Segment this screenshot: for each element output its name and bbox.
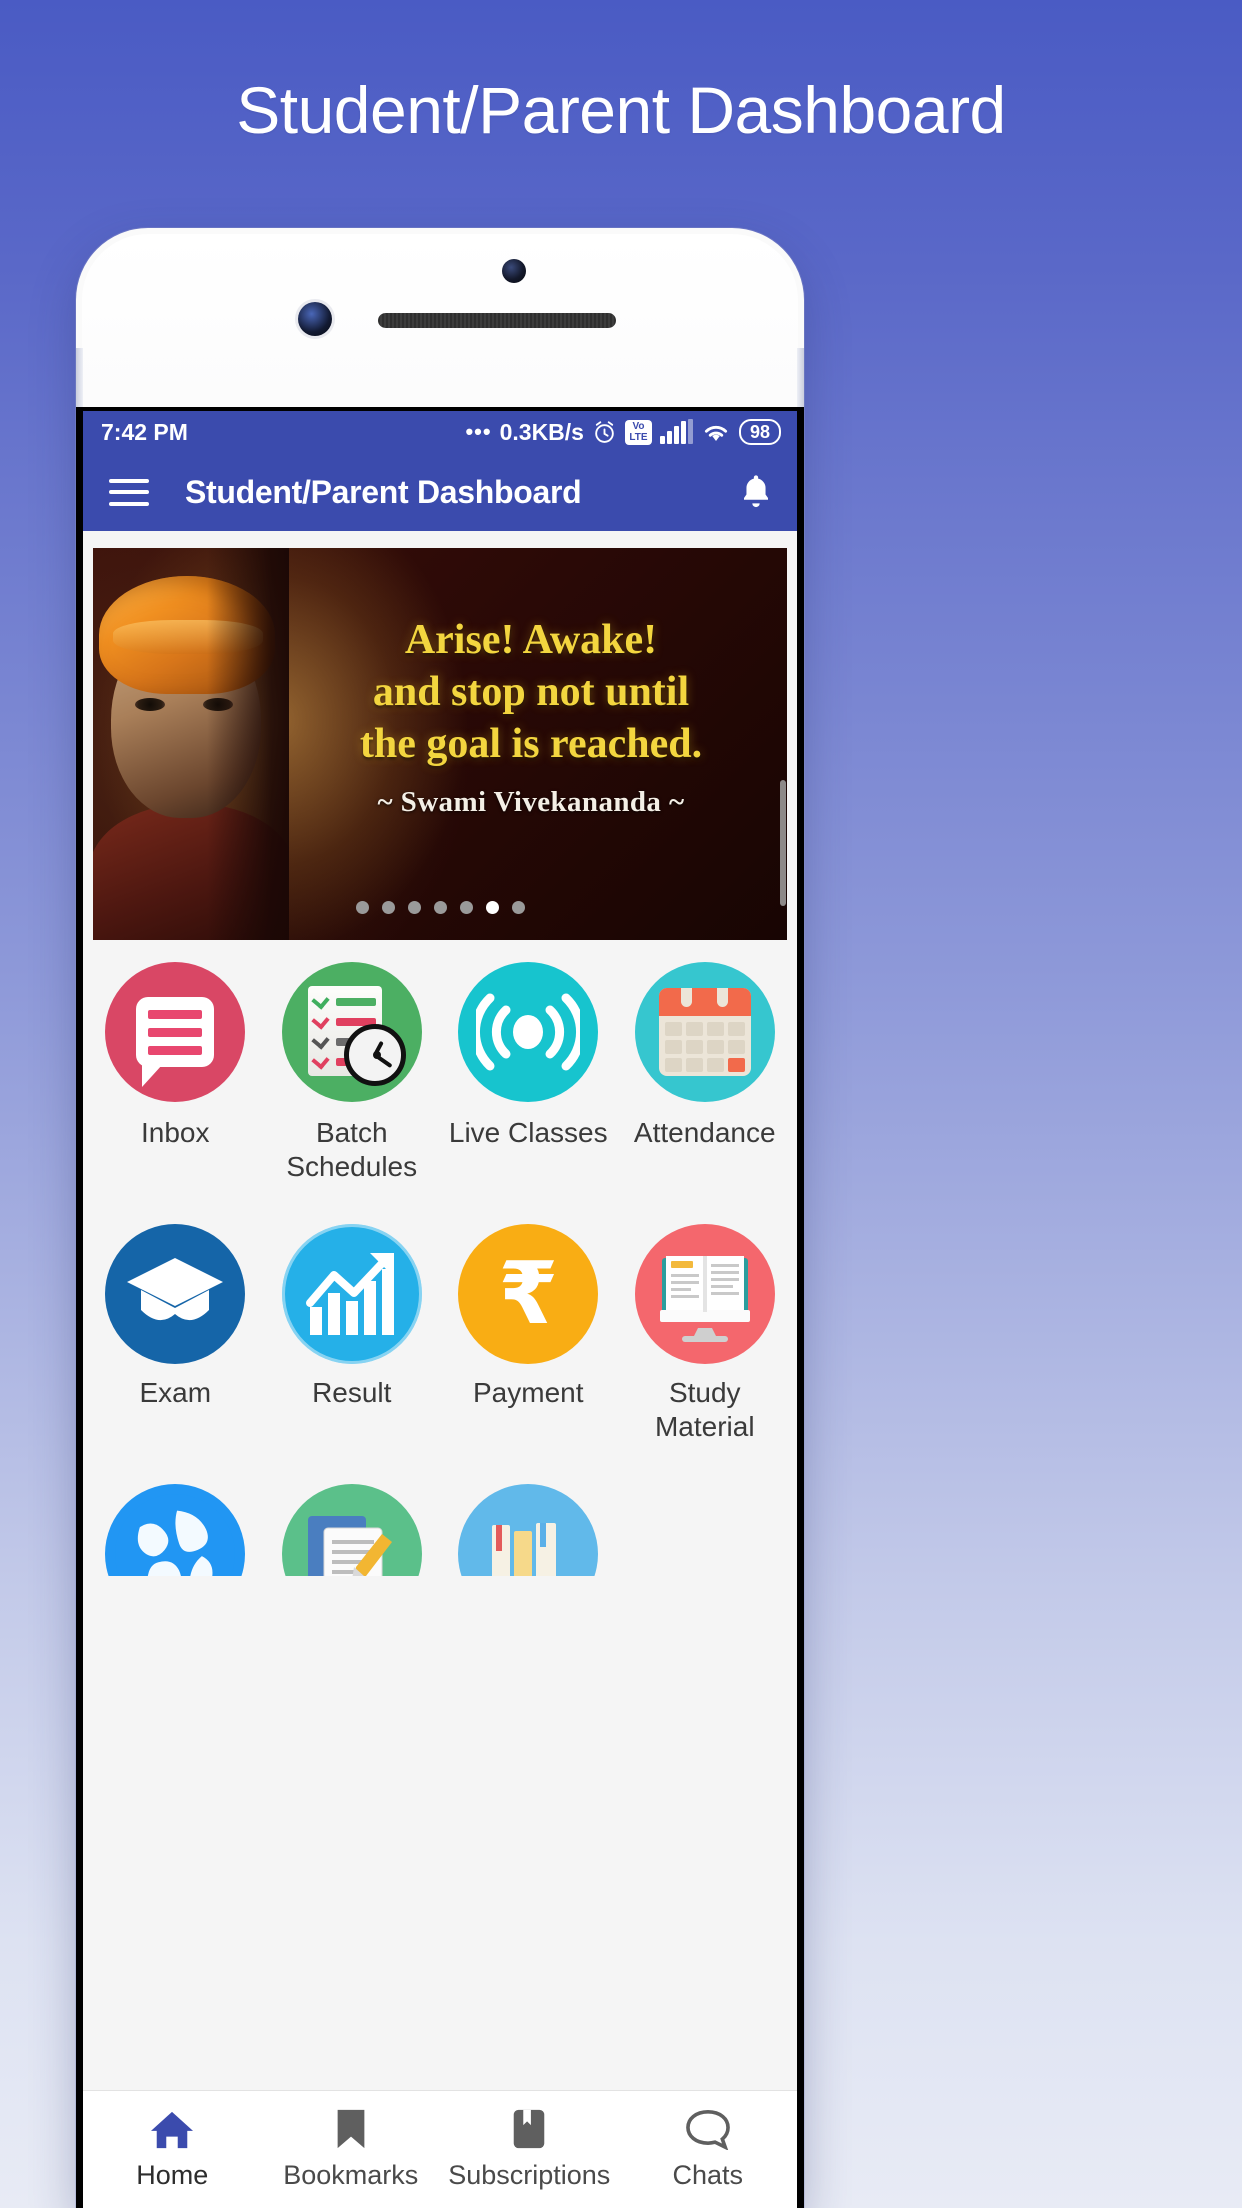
status-time: 7:42 PM <box>101 418 188 445</box>
tile-label-live-classes: Live Classes <box>448 1117 608 1148</box>
carousel-scrollbar[interactable] <box>780 780 786 906</box>
tile-study-material[interactable]: Study Material <box>617 1224 794 1444</box>
tile-label-batch-schedules: Batch Schedules <box>286 1117 418 1182</box>
tile-label-exam: Exam <box>139 1377 212 1408</box>
tile-row3-empty <box>617 1484 794 1576</box>
dashboard-body[interactable]: Arise! Awake! and stop not until the goa… <box>83 531 797 2090</box>
tile-row3-globe[interactable] <box>87 1484 264 1576</box>
tile-result[interactable]: Result <box>264 1224 441 1444</box>
tile-attendance[interactable]: Attendance <box>617 962 794 1184</box>
tile-inbox[interactable]: Inbox <box>87 962 264 1184</box>
carousel-dot[interactable] <box>459 901 473 914</box>
subscriptions-book-icon <box>513 2109 545 2149</box>
batch-schedule-icon <box>281 962 422 1102</box>
carousel-quote: Arise! Awake! and stop not until the goa… <box>289 614 773 770</box>
tile-exam[interactable]: Exam <box>87 1224 264 1444</box>
live-broadcast-icon <box>458 962 599 1102</box>
wifi-icon <box>704 425 728 441</box>
tile-label-study-material: Study Material <box>654 1377 755 1442</box>
nav-label-bookmarks: Bookmarks <box>283 2160 419 2190</box>
battery-indicator: 98 <box>738 419 781 445</box>
page-title: Student/Parent Dashboard <box>236 73 1006 147</box>
nav-label-chats: Chats <box>672 2160 744 2190</box>
rupee-icon: ₹ <box>458 1224 599 1364</box>
calendar-icon <box>634 962 775 1102</box>
graduation-cap-icon <box>105 1224 246 1364</box>
carousel-dot[interactable] <box>433 901 447 914</box>
phone-screen: 7:42 PM ••• 0.3KB/s Vo LTE 98 Student/Pa… <box>76 407 804 2208</box>
phone-mockup: 7:42 PM ••• 0.3KB/s Vo LTE 98 Student/Pa… <box>76 228 804 2208</box>
carousel-dot[interactable] <box>355 901 369 914</box>
app-bar: Student/Parent Dashboard <box>83 453 797 531</box>
earpiece-speaker <box>378 313 616 328</box>
vivekananda-portrait <box>93 548 289 940</box>
growth-chart-icon <box>281 1224 422 1364</box>
status-bar: 7:42 PM ••• 0.3KB/s Vo LTE 98 <box>83 411 797 453</box>
tile-label-inbox: Inbox <box>141 1117 210 1148</box>
inbox-chat-icon <box>105 962 246 1102</box>
carousel-dot[interactable] <box>407 901 421 914</box>
dashboard-grid-row-1: Inbox Batch Schedules Live Classes Atten… <box>83 940 797 1184</box>
books-icon <box>458 1484 599 1576</box>
home-icon <box>151 2111 194 2149</box>
chat-bubble-icon <box>685 2110 730 2150</box>
promo-carousel[interactable]: Arise! Awake! and stop not until the goa… <box>93 548 787 940</box>
tile-payment[interactable]: ₹ Payment <box>440 1224 617 1444</box>
alarm-clock-icon <box>595 420 614 443</box>
network-dots-icon: ••• <box>465 419 492 444</box>
study-monitor-icon <box>634 1224 775 1364</box>
proximity-sensor <box>298 302 332 336</box>
nav-item-chats[interactable]: Chats <box>619 2108 798 2191</box>
cellular-signal-icon <box>659 419 693 444</box>
carousel-page-dots[interactable] <box>93 901 787 914</box>
bell-icon[interactable] <box>737 472 775 512</box>
quote-line-1: Arise! Awake! <box>404 617 658 663</box>
volte-icon: Vo LTE <box>624 419 652 445</box>
dashboard-grid-row-3 <box>83 1462 797 1576</box>
tile-label-result: Result <box>312 1377 392 1408</box>
bottom-navigation-bar: Home Bookmarks Subscriptions Chats <box>83 2090 797 2208</box>
tile-label-attendance: Attendance <box>633 1117 776 1148</box>
tile-label-payment: Payment <box>473 1377 584 1408</box>
assignment-docs-icon <box>281 1484 422 1576</box>
tile-row3-assignments[interactable] <box>264 1484 441 1576</box>
hamburger-menu-icon[interactable] <box>109 478 149 506</box>
nav-label-home: Home <box>136 2160 209 2190</box>
tile-batch-schedules[interactable]: Batch Schedules <box>264 962 441 1184</box>
carousel-quote-author: ~ Swami Vivekananda ~ <box>377 786 685 818</box>
app-bar-title: Student/Parent Dashboard <box>185 473 582 510</box>
network-speed-label: 0.3KB/s <box>499 418 584 445</box>
carousel-dot[interactable] <box>485 901 499 914</box>
nav-label-subscriptions: Subscriptions <box>448 2160 611 2190</box>
quote-line-2: and stop not until <box>372 669 690 715</box>
quote-line-3: the goal is reached. <box>359 721 703 767</box>
dashboard-grid-row-2: Exam Result ₹ Payment Study Material <box>83 1202 797 1444</box>
globe-icon <box>105 1484 246 1576</box>
nav-item-bookmarks[interactable]: Bookmarks <box>262 2108 441 2191</box>
front-camera <box>502 259 526 283</box>
nav-item-home[interactable]: Home <box>83 2108 262 2191</box>
carousel-dot[interactable] <box>511 901 525 914</box>
tile-live-classes[interactable]: Live Classes <box>440 962 617 1184</box>
carousel-dot[interactable] <box>381 901 395 914</box>
bookmark-icon <box>337 2109 365 2149</box>
nav-item-subscriptions[interactable]: Subscriptions <box>440 2108 619 2191</box>
tile-row3-books[interactable] <box>440 1484 617 1576</box>
